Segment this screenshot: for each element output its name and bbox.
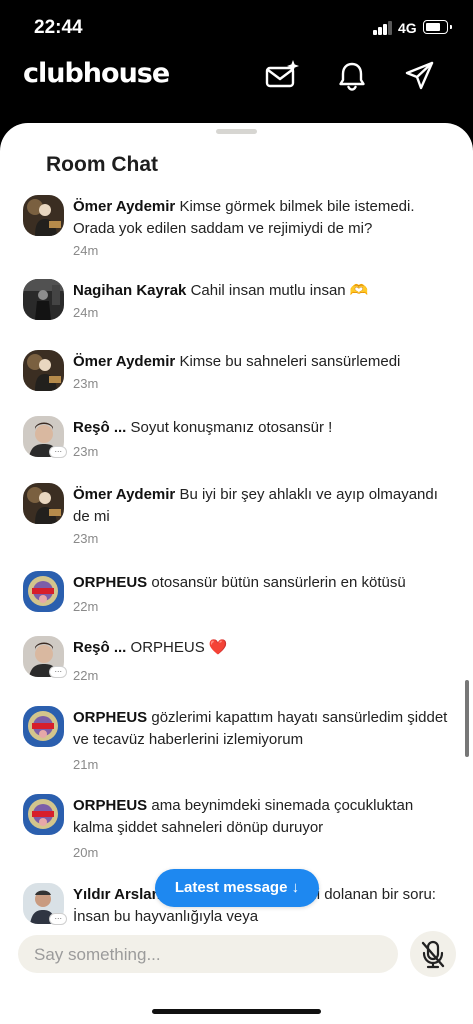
message-time: 23m xyxy=(73,444,99,459)
message-author[interactable]: Yıldır Arslan xyxy=(73,886,161,903)
cell-signal-icon xyxy=(373,21,393,35)
chat-input-bar xyxy=(18,935,398,975)
network-type: 4G xyxy=(398,20,417,36)
message-author[interactable]: Reşô ... xyxy=(73,639,126,656)
message-text: Nagihan Kayrak Cahil insan mutlu insan 🫶 xyxy=(73,280,448,302)
message-text: ORPHEUS gözlerimi kapattım hayatı sansür… xyxy=(73,707,448,751)
message-text: Ömer Aydemir Kimse bu sahneleri sansürle… xyxy=(73,351,448,373)
message-text: Ömer Aydemir Bu iyi bir şey ahlaklı ve a… xyxy=(73,484,448,528)
message-author[interactable]: ORPHEUS xyxy=(73,574,147,591)
app-logo: clubhouse xyxy=(23,58,170,89)
message-author[interactable]: ORPHEUS xyxy=(73,797,147,814)
more-options-badge[interactable]: ··· xyxy=(49,666,67,678)
message-time: 21m xyxy=(73,757,99,772)
message-time: 24m xyxy=(73,305,99,320)
message-time: 22m xyxy=(73,599,99,614)
more-options-badge[interactable]: ··· xyxy=(49,446,67,458)
send-invite-icon[interactable] xyxy=(402,58,438,94)
latest-message-button[interactable]: Latest message ↓ xyxy=(155,869,319,907)
message-text: Reşô ... ORPHEUS ❤️ xyxy=(73,637,448,659)
message-text: ORPHEUS ama beynimdeki sinemada çocukluk… xyxy=(73,795,448,839)
avatar[interactable] xyxy=(23,571,64,612)
message-body: Cahil insan mutlu insan 🫶 xyxy=(190,282,369,299)
message-text: ORPHEUS otosansür bütün sansürlerin en k… xyxy=(73,572,448,594)
message-author[interactable]: Ömer Aydemir xyxy=(73,198,175,215)
message-body: Kimse bu sahneleri sansürlemedi xyxy=(179,353,401,370)
sheet-grabber[interactable] xyxy=(216,129,257,134)
avatar[interactable] xyxy=(23,279,64,320)
avatar[interactable] xyxy=(23,706,64,747)
message-time: 23m xyxy=(73,376,99,391)
message-body: ORPHEUS ❤️ xyxy=(130,639,228,656)
message-body: Soyut konuşmanız otosansür ! xyxy=(130,419,333,436)
message-time: 22m xyxy=(73,668,99,683)
status-bar: 22:44 4G xyxy=(0,0,473,56)
scrollbar[interactable] xyxy=(465,680,469,757)
message-body: otosansür bütün sansürlerin en kötüsü xyxy=(151,574,406,591)
message-author[interactable]: Reşô ... xyxy=(73,419,126,436)
chat-input[interactable] xyxy=(32,935,386,975)
chat-message-list[interactable]: Ömer Aydemir Kimse görmek bilmek bile is… xyxy=(0,185,473,925)
message-text: Reşô ... Soyut konuşmanız otosansür ! xyxy=(73,417,448,439)
message-text: Ömer Aydemir Kimse görmek bilmek bile is… xyxy=(73,196,448,240)
more-options-badge[interactable]: ··· xyxy=(49,913,67,925)
avatar[interactable] xyxy=(23,483,64,524)
message-author[interactable]: ORPHEUS xyxy=(73,709,147,726)
home-indicator[interactable] xyxy=(152,1009,321,1014)
message-time: 23m xyxy=(73,531,99,546)
avatar[interactable] xyxy=(23,794,64,835)
notification-bell-icon[interactable] xyxy=(334,58,370,94)
message-author[interactable]: Ömer Aydemir xyxy=(73,486,175,503)
message-author[interactable]: Ömer Aydemir xyxy=(73,353,175,370)
new-message-icon[interactable] xyxy=(264,58,300,94)
muted-mic-icon xyxy=(421,940,445,969)
battery-level xyxy=(426,23,440,31)
avatar[interactable] xyxy=(23,350,64,391)
status-time: 22:44 xyxy=(34,17,83,38)
muted-mic-button[interactable] xyxy=(410,931,456,977)
message-time: 20m xyxy=(73,845,99,860)
page-title: Room Chat xyxy=(46,153,158,176)
avatar[interactable] xyxy=(23,195,64,236)
battery-icon xyxy=(423,20,452,34)
message-author[interactable]: Nagihan Kayrak xyxy=(73,282,186,299)
message-time: 24m xyxy=(73,243,99,258)
